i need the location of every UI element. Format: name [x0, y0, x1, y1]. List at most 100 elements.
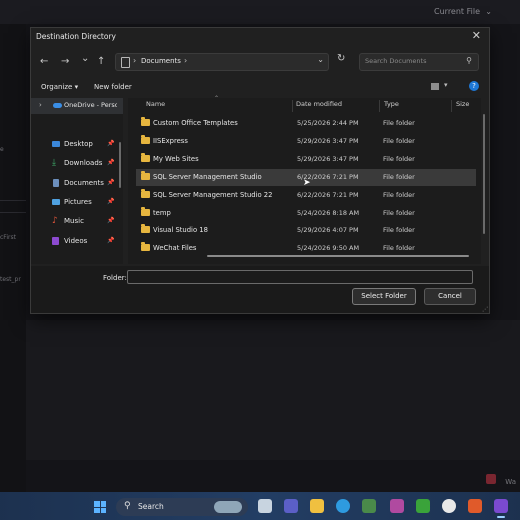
resize-grip-icon[interactable]: ⋰: [482, 306, 488, 313]
pin-icon: 📌: [107, 140, 115, 147]
column-divider[interactable]: [292, 100, 293, 112]
pin-icon: 📌: [107, 179, 115, 186]
sidebar-item-onedrive[interactable]: › OneDrive - Perso: [31, 98, 123, 114]
expand-chevron-icon[interactable]: ›: [39, 101, 42, 109]
up-arrow-icon[interactable]: ↑: [97, 56, 105, 67]
file-name: WeChat Files: [153, 244, 197, 253]
sidebar-item-videos[interactable]: Videos 📌: [31, 233, 123, 251]
file-date-modified: 5/29/2026 3:47 PM: [297, 136, 359, 145]
cancel-button[interactable]: Cancel: [424, 288, 476, 305]
column-header-size[interactable]: Size: [456, 100, 469, 108]
sidebar-item-documents[interactable]: Documents 📌: [31, 175, 123, 193]
music-icon: ♪: [52, 216, 58, 226]
chevron-down-icon: ⌄: [485, 7, 492, 16]
search-placeholder: Search Documents: [365, 57, 427, 65]
dialog-title: Destination Directory: [36, 32, 116, 41]
pictures-icon: [52, 199, 60, 205]
column-header-type[interactable]: Type: [384, 100, 399, 108]
file-list-scrollbar[interactable]: [483, 114, 485, 234]
store-icon[interactable]: [362, 499, 376, 513]
column-divider[interactable]: [451, 100, 452, 112]
file-date-modified: 6/22/2026 7:21 PM: [297, 190, 359, 199]
app-icon[interactable]: [390, 499, 404, 513]
navigation-pane: › OneDrive - Perso Desktop 📌 ⤓ Downloads…: [31, 98, 123, 264]
folder-icon: [141, 242, 150, 252]
organize-menu-button[interactable]: Organize ▾: [41, 83, 78, 91]
new-folder-button[interactable]: New folder: [94, 83, 132, 91]
sidebar-item-downloads[interactable]: ⤓ Downloads 📌: [31, 155, 123, 173]
view-dropdown-icon[interactable]: ▾: [444, 81, 448, 89]
file-date-modified: 5/25/2026 2:44 PM: [297, 119, 359, 127]
sort-ascending-icon: ⌃: [214, 95, 220, 102]
edge-icon[interactable]: [336, 499, 350, 513]
background-current-file-label[interactable]: Current File: [434, 7, 480, 16]
view-options-icon[interactable]: [431, 83, 439, 90]
file-name: IISExpress: [153, 136, 188, 145]
file-type: File folder: [383, 172, 415, 181]
file-row[interactable]: My Web Sites 5/29/2026 3:47 PM File folder: [136, 151, 476, 168]
column-header-date-modified[interactable]: Date modified: [296, 100, 342, 108]
app-icon[interactable]: [258, 499, 272, 513]
file-name: SQL Server Management Studio 22: [153, 190, 273, 199]
file-name: My Web Sites: [153, 154, 199, 163]
refresh-icon[interactable]: ↻: [337, 53, 345, 64]
file-row[interactable]: Visual Studio 18 5/29/2026 4:07 PM File fo…: [136, 222, 476, 239]
close-icon[interactable]: ✕: [472, 29, 481, 42]
file-explorer-icon[interactable]: [310, 499, 324, 513]
teams-icon[interactable]: [284, 499, 298, 513]
taskbar-search[interactable]: ⚲ Search: [116, 498, 248, 516]
background-left-text: e: [0, 146, 4, 153]
videos-icon: [52, 237, 59, 245]
breadcrumb-documents[interactable]: Documents: [141, 57, 181, 65]
chrome-icon[interactable]: [442, 499, 456, 513]
destination-directory-dialog: Destination Directory ✕ ← → ⌄ ↑ › Docume…: [30, 27, 490, 314]
brave-icon[interactable]: [468, 499, 482, 513]
horizontal-scrollbar[interactable]: [207, 255, 469, 257]
file-type: File folder: [383, 154, 415, 163]
file-row[interactable]: IISExpress 5/29/2026 3:47 PM File folder: [136, 133, 476, 150]
back-arrow-icon[interactable]: ←: [40, 56, 48, 67]
xbox-icon[interactable]: [416, 499, 430, 513]
sidebar-scrollbar[interactable]: [119, 142, 121, 188]
file-type: File folder: [383, 136, 415, 145]
folder-icon: [141, 170, 150, 180]
background-left-panel: [0, 24, 26, 492]
taskbar-search-label: Search: [138, 502, 164, 511]
address-bar[interactable]: › Documents › ⌄: [115, 53, 329, 71]
folder-name-input[interactable]: [127, 270, 473, 284]
recent-locations-chevron-icon[interactable]: ⌄: [81, 53, 89, 64]
column-header-name[interactable]: Name: [146, 100, 165, 108]
pin-icon: 📌: [107, 237, 115, 244]
app-icon: [486, 474, 496, 484]
folder-icon: [141, 224, 150, 234]
help-icon[interactable]: ?: [469, 81, 479, 91]
navigation-bar: ← → ⌄ ↑ › Documents › ⌄ ↻ Search Documen…: [31, 48, 489, 76]
sidebar-item-desktop[interactable]: Desktop 📌: [31, 136, 123, 154]
file-name: Custom Office Templates: [153, 119, 238, 127]
column-divider[interactable]: [379, 100, 380, 112]
sidebar-item-music[interactable]: ♪ Music 📌: [31, 213, 123, 231]
breadcrumb-chevron-icon[interactable]: ›: [184, 56, 187, 65]
file-date-modified: 5/29/2026 4:07 PM: [297, 226, 359, 235]
file-date-modified: 5/24/2026 8:18 AM: [297, 208, 360, 217]
search-input[interactable]: Search Documents ⚲: [359, 53, 479, 71]
file-row[interactable]: Custom Office Templates 5/25/2026 2:44 PM…: [136, 115, 476, 132]
file-type: File folder: [383, 226, 415, 235]
address-dropdown-icon[interactable]: ⌄: [317, 55, 324, 64]
file-type: File folder: [383, 208, 415, 217]
background-divider: [0, 212, 26, 213]
pin-icon: 📌: [107, 217, 115, 224]
file-row[interactable]: temp 5/24/2026 8:18 AM File folder: [136, 205, 476, 222]
start-windows-icon[interactable]: [94, 501, 106, 513]
mouse-cursor-icon: ➤: [303, 178, 311, 188]
search-icon: ⚲: [466, 56, 472, 65]
visual-studio-icon[interactable]: [494, 499, 508, 518]
file-name: temp: [153, 208, 171, 217]
forward-arrow-icon[interactable]: →: [61, 56, 69, 67]
file-row[interactable]: SQL Server Management Studio 22 6/22/2026…: [136, 187, 476, 204]
folder-icon: [141, 117, 150, 126]
file-type: File folder: [383, 244, 415, 253]
sidebar-item-label: Downloads: [64, 159, 103, 167]
select-folder-button[interactable]: Select Folder: [352, 288, 416, 305]
sidebar-item-pictures[interactable]: Pictures 📌: [31, 194, 123, 212]
